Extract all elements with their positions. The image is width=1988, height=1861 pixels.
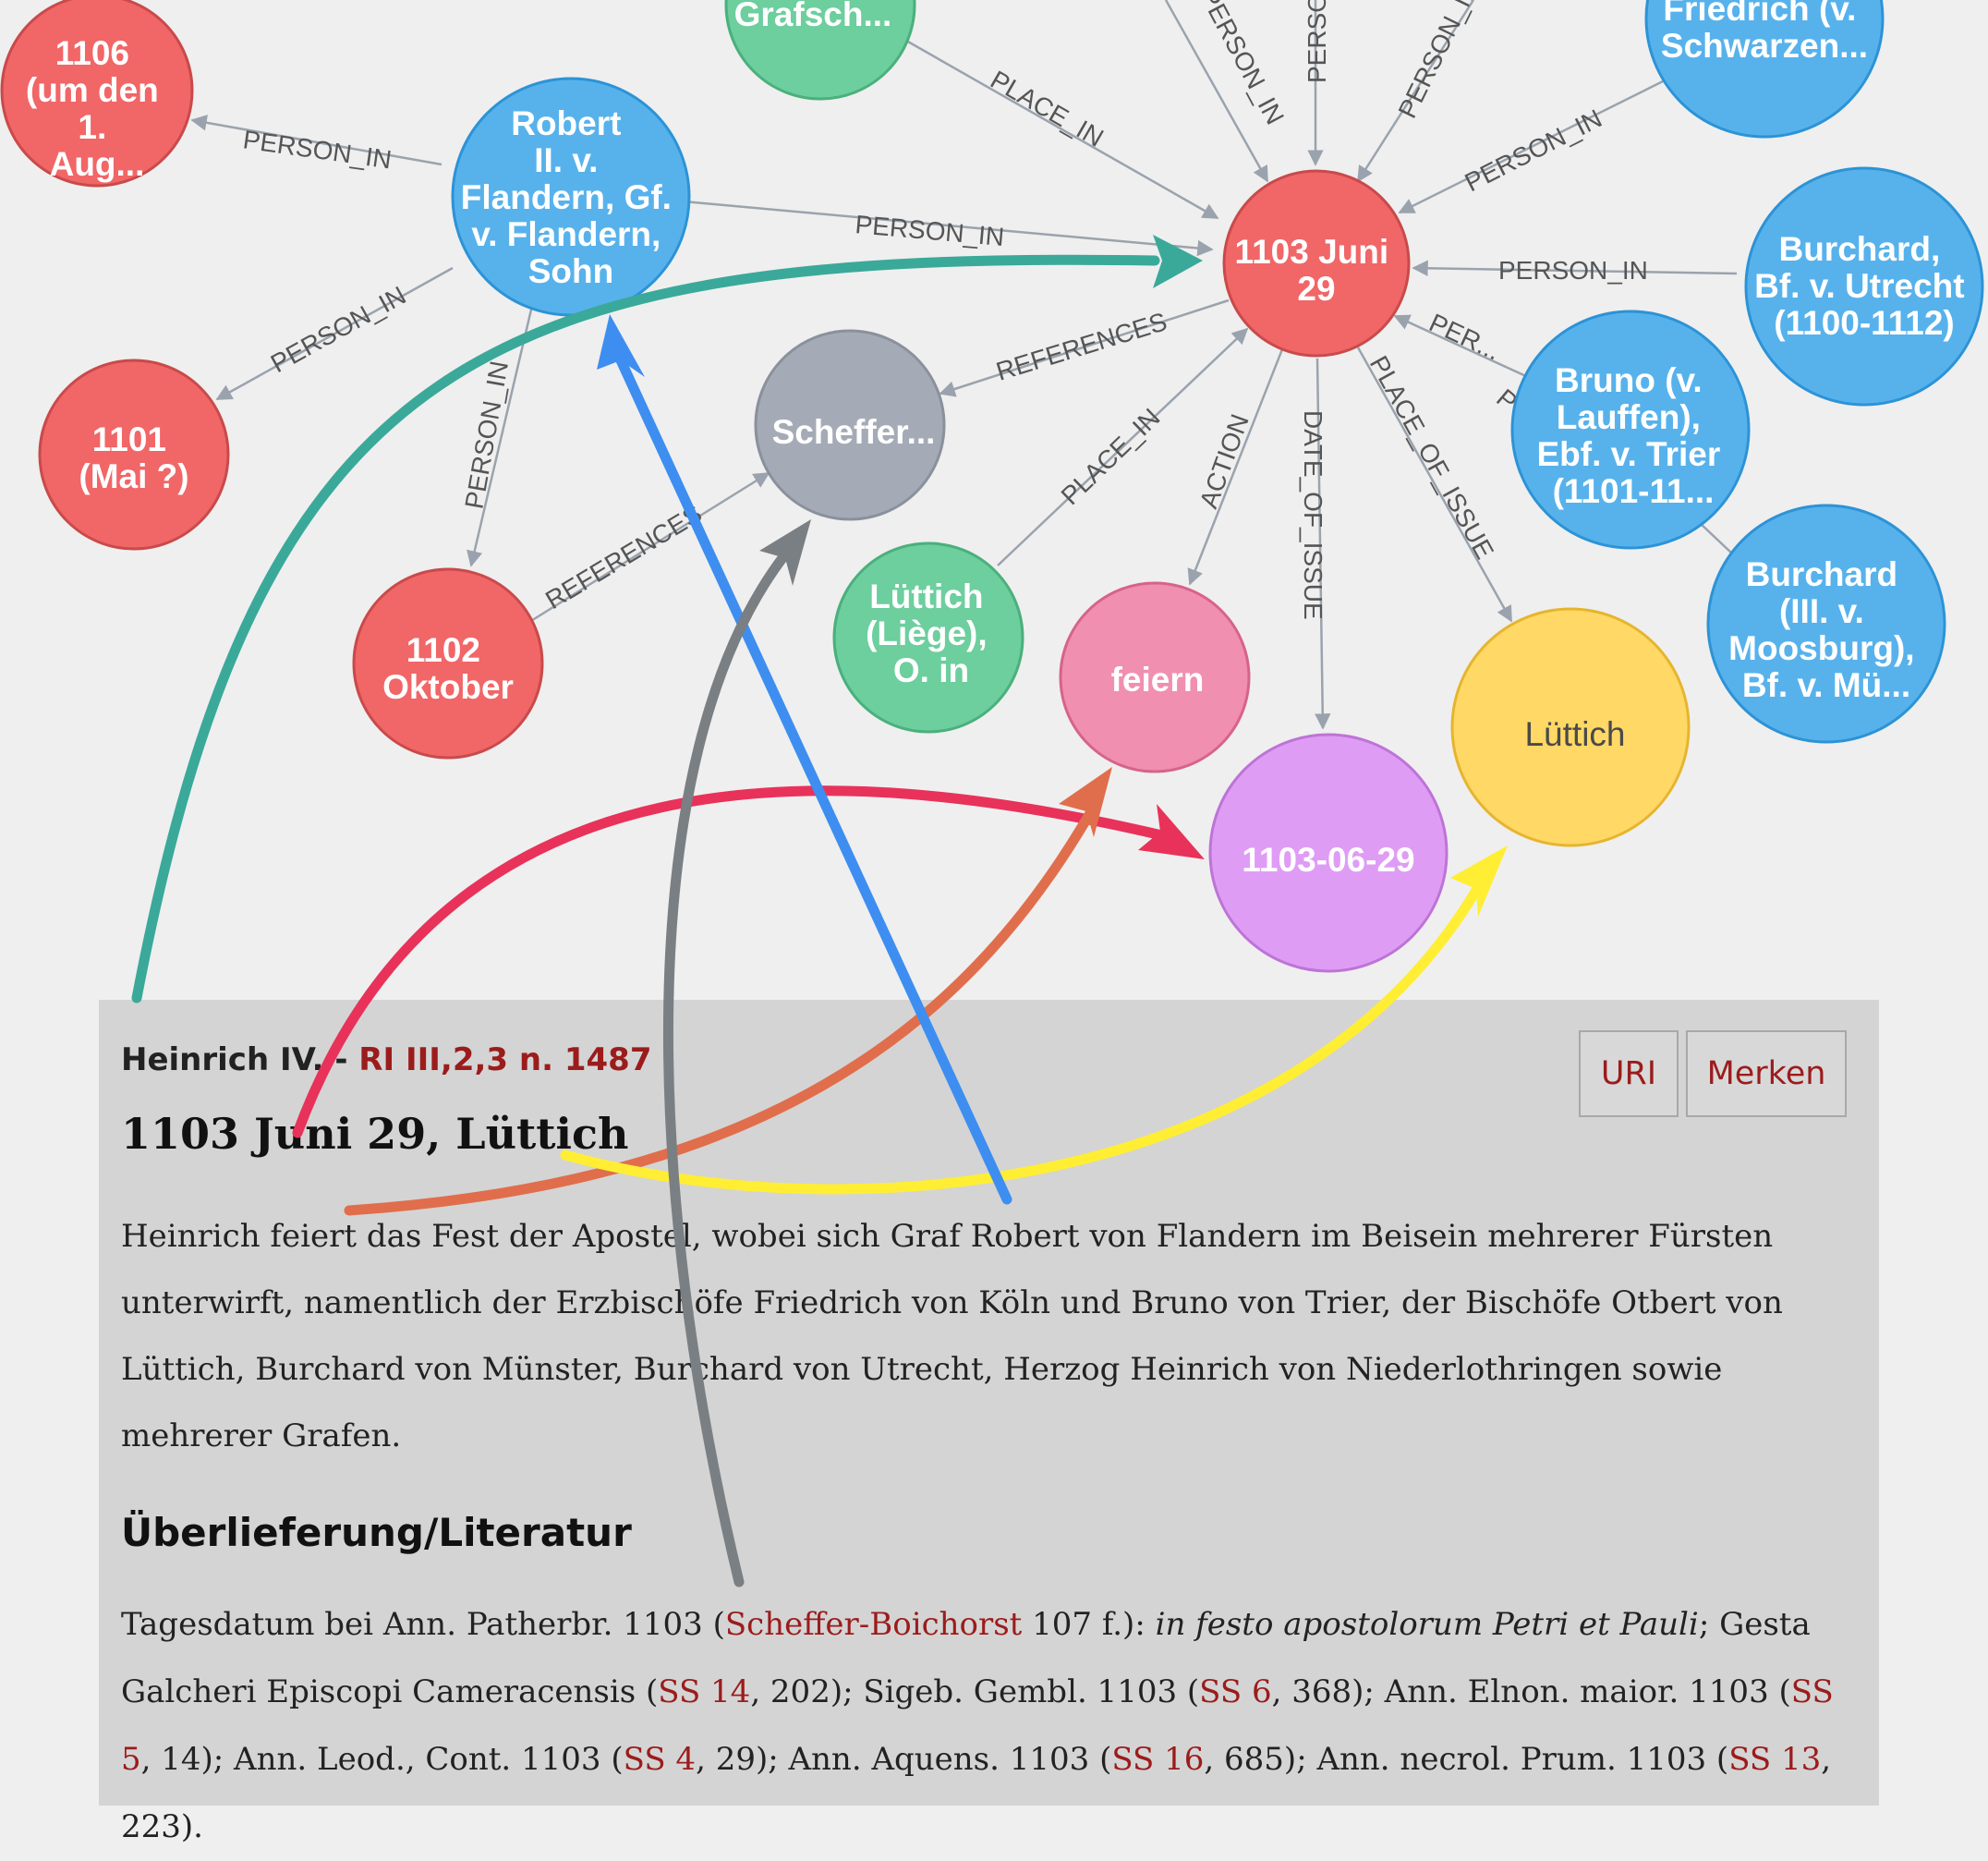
graph-node[interactable]: 1106 (um den 1. Aug...: [0, 0, 194, 188]
source-text: Tagesdatum bei Ann. Patherbr. 1103 (: [121, 1606, 725, 1643]
node-label: Burchard (III. v. Moosburg), Bf. v. Mü..…: [1728, 555, 1924, 704]
source-text: , 29); Ann. Aquens. 1103 (: [696, 1741, 1112, 1778]
source-link[interactable]: Scheffer-Boichorst: [725, 1606, 1022, 1643]
edge-label: PERSON_IN: [241, 125, 394, 174]
source-link[interactable]: SS 13: [1728, 1741, 1821, 1778]
regest-reference-link[interactable]: RI III,2,3 n. 1487: [358, 1041, 651, 1078]
edge-label: PERSON_IN: [854, 210, 1005, 251]
edge-label: PERSON_IN: [1393, 0, 1485, 123]
node-label: Bruno (v. Lauffen), Ebf. v. Trier (1101-…: [1536, 361, 1729, 510]
edge-label: PER...: [1424, 308, 1504, 365]
regest-date-place: 1103 Juni 29, Lüttich: [121, 1109, 629, 1159]
graph-node[interactable]: 1102 Oktober: [352, 567, 544, 760]
section-title: Überlieferung/Literatur: [121, 1510, 632, 1555]
graph-node[interactable]: Burchard, Bf. v. Utrecht (1100-1112): [1744, 166, 1984, 407]
node-label: Burchard, Bf. v. Utrecht (1100-1112): [1754, 230, 1974, 342]
graph-node[interactable]: Robert II. v. Flandern, Gf. v. Flandern,…: [451, 77, 691, 317]
graph-node[interactable]: Scheffer...: [754, 329, 946, 521]
source-link[interactable]: SS 4: [624, 1741, 696, 1778]
source-quote: in festo apostolorum Petri et Pauli: [1155, 1606, 1699, 1643]
regest-panel: Heinrich IV. - RI III,2,3 n. 1487 URI Me…: [99, 1000, 1879, 1845]
edge-label: PERSON_IN: [266, 281, 411, 379]
graph-node[interactable]: Bruno (v. Lauffen), Ebf. v. Trier (1101-…: [1510, 310, 1751, 550]
graph-edge[interactable]: [1699, 522, 1734, 555]
graph-node[interactable]: Grafsch...: [724, 0, 916, 101]
node-label: 1101 (Mai ?): [79, 420, 188, 495]
edge-label: PLACE_OF_ISSUE: [1364, 351, 1499, 564]
graph-node[interactable]: Friedrich (v. Schwarzen...: [1644, 0, 1885, 139]
ruler-name: Heinrich IV. -: [121, 1041, 359, 1078]
node-label: Lüttich: [1524, 715, 1625, 753]
node-label: Grafsch...: [734, 0, 892, 33]
edge-label: ACTION: [1194, 410, 1255, 512]
source-text: , 685); Ann. necrol. Prum. 1103 (: [1204, 1741, 1729, 1778]
node-label: feiern: [1111, 661, 1205, 699]
graph-node[interactable]: feiern: [1059, 581, 1251, 773]
graph-node[interactable]: Lüttich: [1450, 607, 1691, 847]
source-link[interactable]: SS 14: [658, 1673, 750, 1710]
edge-label: REFERENCES: [993, 307, 1170, 386]
edge-label: PERSON_IN: [1498, 256, 1648, 285]
graph-node[interactable]: 1103 Juni 29: [1222, 169, 1411, 358]
regest-summary: Heinrich feiert das Fest der Apostel, wo…: [121, 1218, 1783, 1454]
source-link[interactable]: SS 6: [1199, 1673, 1271, 1710]
graph-node[interactable]: Lüttich (Liège), O. in: [832, 541, 1024, 734]
regest-header: Heinrich IV. - RI III,2,3 n. 1487: [121, 1041, 651, 1078]
graph-node[interactable]: Burchard (III. v. Moosburg), Bf. v. Mü..…: [1706, 504, 1946, 744]
node-label: 1103-06-29: [1242, 841, 1414, 879]
edge-label: PERSON_IN: [1303, 0, 1331, 83]
sources-text: Tagesdatum bei Ann. Patherbr. 1103 (Sche…: [121, 1591, 1867, 1861]
edge-label: DATE_OF_ISSUE: [1299, 410, 1327, 620]
edge-label: PERSON_IN: [1461, 103, 1606, 197]
edge-label: REFERENCES: [540, 499, 707, 614]
graph-node[interactable]: 1103-06-29: [1208, 733, 1449, 973]
edge-label: PLACE_IN: [1056, 403, 1166, 510]
graph-node[interactable]: 1101 (Mai ?): [38, 359, 230, 551]
source-text: 107 f.):: [1022, 1606, 1156, 1643]
uri-button[interactable]: URI: [1579, 1030, 1679, 1117]
edge-label: PERSON_IN: [459, 359, 514, 511]
source-link[interactable]: SS 16: [1111, 1741, 1204, 1778]
source-text: , 202); Sigeb. Gembl. 1103 (: [750, 1673, 1200, 1710]
node-label: Friedrich (v. Schwarzen...: [1661, 0, 1868, 65]
edge-label: PERSON_IN: [1194, 0, 1290, 129]
merken-button[interactable]: Merken: [1686, 1030, 1847, 1117]
source-text: , 14); Ann. Leod., Cont. 1103 (: [140, 1741, 624, 1778]
edge-label: PLACE_IN: [986, 65, 1109, 152]
source-text: , 368); Ann. Elnon. maior. 1103 (: [1271, 1673, 1791, 1710]
node-label: Scheffer...: [772, 413, 936, 451]
